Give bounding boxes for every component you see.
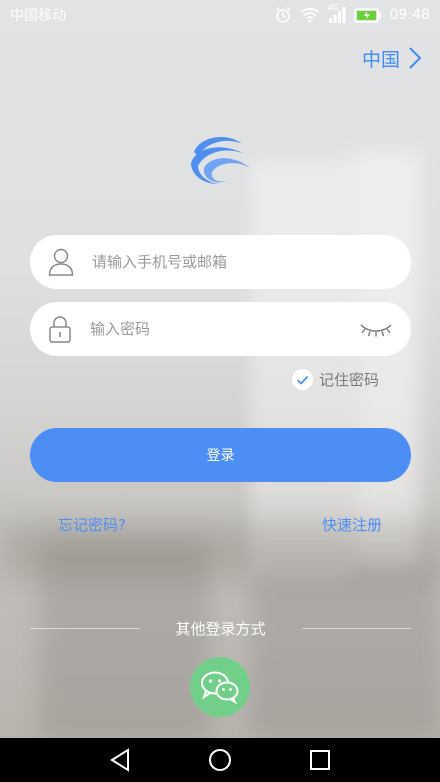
back-button[interactable] [106, 746, 134, 774]
username-field[interactable] [30, 235, 411, 289]
divider-line-right [301, 627, 412, 629]
remember-password-label: 记住密码 [319, 371, 380, 389]
username-input[interactable] [92, 253, 393, 271]
home-button[interactable] [206, 746, 234, 774]
carrier-label: 中国移动 [10, 8, 66, 24]
chevron-right-icon [409, 47, 422, 69]
status-bar: 中国移动 4G 09:48 [0, 0, 440, 30]
alarm-icon [275, 7, 290, 23]
divider-line-left [30, 627, 140, 629]
network-type: 4G [327, 3, 339, 12]
password-field[interactable] [30, 302, 411, 356]
home-circle-icon [209, 749, 231, 771]
app-logo [191, 137, 250, 184]
cell-signal: 4G [328, 3, 346, 23]
other-login-label: 其他登录方式 [175, 619, 266, 638]
forgot-password-link[interactable]: 忘记密码? [58, 514, 126, 535]
region-label: 中国 [361, 48, 400, 71]
recent-apps-button[interactable] [306, 746, 334, 774]
lock-icon [49, 316, 71, 343]
clock-time: 09:48 [389, 7, 430, 23]
eye-closed-icon[interactable] [359, 319, 393, 339]
wifi-icon [300, 8, 320, 23]
user-icon [48, 248, 74, 276]
battery-icon [353, 7, 381, 23]
back-triangle-icon [110, 748, 129, 772]
wechat-login-button[interactable] [190, 657, 250, 717]
system-navigation-bar [0, 738, 440, 782]
quick-register-link[interactable]: 快速注册 [322, 514, 382, 535]
status-icons: 4G 09:48 [274, 3, 430, 24]
wechat-icon [201, 671, 239, 704]
region-selector[interactable]: 中国 [362, 44, 422, 72]
recent-square-icon [310, 750, 330, 770]
other-login-divider: 其他登录方式 [30, 618, 412, 638]
password-input[interactable] [90, 320, 359, 338]
remember-password-toggle[interactable]: 记住密码 [292, 369, 379, 390]
login-button[interactable]: 登录 [30, 428, 411, 482]
checkbox-checked-icon[interactable] [292, 369, 313, 390]
